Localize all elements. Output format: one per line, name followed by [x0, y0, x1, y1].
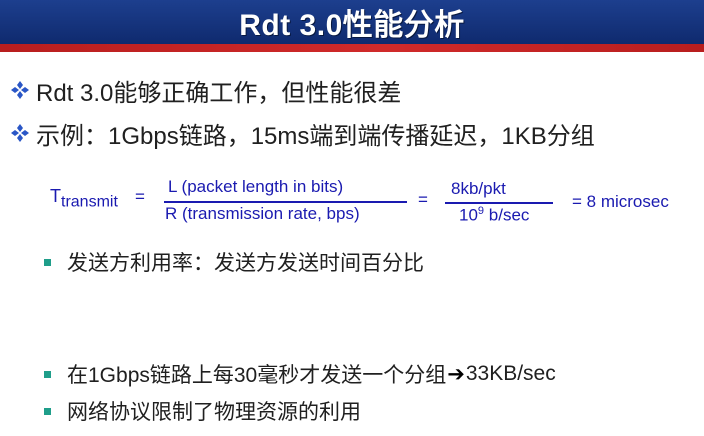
diamond-bullet-icon: [11, 81, 29, 99]
formula-den2-unit: b/sec: [484, 205, 530, 225]
formula-numerator-2: 8kb/pkt: [451, 179, 506, 198]
fraction-bar-2: [445, 202, 553, 204]
formula-denominator-2: 109 b/sec: [459, 205, 529, 226]
sub-bullet-text: 网络协议限制了物理资源的利用: [67, 401, 361, 424]
sub-bullet-text: 发送方利用率：发送方发送时间百分比: [67, 252, 424, 275]
formula-numerator-1: L (packet length in bits): [168, 177, 344, 196]
diamond-bullet-icon: [11, 124, 29, 142]
formula-lhs-main: T: [50, 186, 61, 206]
right-arrow-icon: ➔: [447, 362, 465, 386]
sub-bullet-text: 在1Gbps链路上每30毫秒才发送一个分组: [67, 364, 447, 387]
formula-den2-base: 10: [459, 205, 478, 225]
formula-denominator-1: R (transmission rate, bps): [165, 204, 360, 223]
formula-equals-2: =: [418, 190, 428, 209]
bullet-item: Rdt 3.0能够正确工作，但性能很差: [8, 75, 402, 107]
sub-bullet-text-rate: 33KB/sec: [465, 362, 556, 385]
fraction-bar-1: [164, 201, 407, 203]
sub-bullet-item: 网络协议限制了物理资源的利用: [44, 398, 361, 424]
sub-bullet-item: 在1Gbps链路上每30毫秒才发送一个分组 ➔ 33KB/sec: [44, 361, 556, 387]
square-bullet-icon: [44, 407, 51, 415]
slide: Rdt 3.0性能分析 Rdt 3.0能够正确工作，但性能很差 示例：1Gbps…: [0, 0, 704, 436]
sub-bullet-item: 发送方利用率：发送方发送时间百分比: [44, 249, 424, 275]
title-bar: Rdt 3.0性能分析: [0, 0, 704, 52]
bullet-text: 示例：1Gbps链路，15ms端到端传播延迟，1KB分组: [36, 122, 595, 150]
formula-lhs: Ttransmit: [50, 186, 118, 212]
formula-result: = 8 microsec: [572, 192, 669, 211]
bullet-item: 示例：1Gbps链路，15ms端到端传播延迟，1KB分组: [8, 118, 595, 150]
square-bullet-icon: [44, 258, 51, 266]
formula-lhs-subscript: transmit: [61, 193, 118, 211]
slide-title: Rdt 3.0性能分析: [239, 9, 465, 42]
formula-equals: =: [135, 187, 145, 206]
square-bullet-icon: [44, 370, 51, 378]
bullet-text: Rdt 3.0能够正确工作，但性能很差: [36, 79, 402, 107]
